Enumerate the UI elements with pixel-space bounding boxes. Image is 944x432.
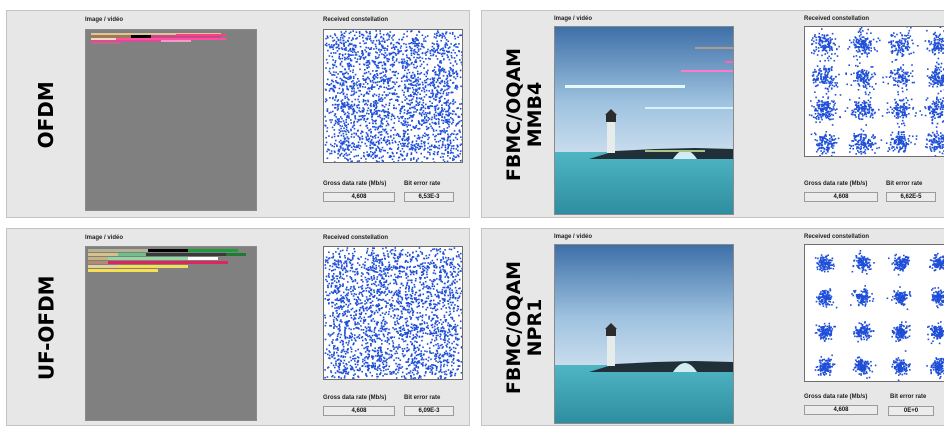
rate-value: 4,608 bbox=[804, 192, 878, 202]
received-image bbox=[554, 26, 734, 215]
constellation-points bbox=[324, 30, 462, 162]
corrupted-image-artifacts bbox=[91, 33, 226, 44]
scheme-label: UF-OFDM bbox=[17, 229, 77, 425]
rate-value: 4,608 bbox=[804, 405, 878, 415]
lighthouse-image bbox=[555, 245, 733, 423]
image-label: Image / vidéo bbox=[554, 234, 593, 240]
scheme-label-line: NPR1 bbox=[524, 299, 547, 357]
scheme-label-line: MMB4 bbox=[524, 82, 547, 148]
panel-ofdm: OFDM Image / vidéo Received constellatio… bbox=[6, 10, 470, 218]
panel-fbmc-mmb4: FBMC/OQAM MMB4 Image / vidéo Received co… bbox=[481, 10, 944, 218]
image-label: Image / vidéo bbox=[85, 17, 124, 23]
rate-value: 4,608 bbox=[323, 192, 395, 202]
ber-value: 0E+0 bbox=[888, 406, 934, 416]
scheme-label: OFDM bbox=[17, 11, 77, 217]
scheme-label: FBMC/OQAM NPR1 bbox=[494, 229, 556, 425]
scheme-label-line: UF-OFDM bbox=[34, 275, 59, 381]
ber-value: 6,53E-3 bbox=[404, 192, 454, 202]
constellation-plot bbox=[323, 29, 463, 163]
panel-uf-ofdm: UF-OFDM Image / vidéo Received constella… bbox=[6, 228, 470, 426]
rate-value: 4,608 bbox=[323, 406, 395, 416]
received-image bbox=[554, 244, 734, 424]
constellation-points bbox=[324, 247, 462, 379]
constellation-points bbox=[814, 250, 944, 381]
lighthouse-image bbox=[555, 27, 733, 214]
scheme-label-line: FBMC/OQAM bbox=[503, 261, 526, 395]
constellation-plot bbox=[323, 246, 463, 380]
ber-value: 6,62E-5 bbox=[886, 192, 936, 202]
constellation-plot bbox=[804, 244, 944, 382]
image-label: Image / vidéo bbox=[554, 16, 593, 22]
scheme-label-line: FBMC/OQAM bbox=[503, 48, 526, 182]
rate-label: Gross data rate (Mb/s) bbox=[804, 181, 868, 187]
received-image bbox=[85, 246, 257, 421]
scheme-label: FBMC/OQAM MMB4 bbox=[494, 11, 556, 217]
corrupted-image-artifacts bbox=[88, 249, 246, 272]
scheme-label-line: OFDM bbox=[34, 81, 59, 149]
constellation-label: Received constellation bbox=[804, 234, 870, 240]
rate-label: Gross data rate (Mb/s) bbox=[804, 394, 868, 400]
constellation-label: Received constellation bbox=[323, 17, 389, 23]
constellation-label: Received constellation bbox=[323, 235, 389, 241]
constellation-plot bbox=[804, 26, 944, 157]
received-image bbox=[85, 29, 257, 211]
rate-label: Gross data rate (Mb/s) bbox=[323, 395, 387, 401]
panel-fbmc-npr1: FBMC/OQAM NPR1 Image / vidéo Received co… bbox=[481, 228, 944, 426]
ber-label: Bit error rate bbox=[404, 181, 441, 187]
ber-value: 6,09E-3 bbox=[404, 406, 454, 416]
ber-label: Bit error rate bbox=[886, 181, 923, 187]
constellation-points bbox=[808, 27, 944, 156]
ber-label: Bit error rate bbox=[404, 395, 441, 401]
ber-label: Bit error rate bbox=[890, 394, 927, 400]
constellation-label: Received constellation bbox=[804, 16, 870, 22]
rate-label: Gross data rate (Mb/s) bbox=[323, 181, 387, 187]
image-label: Image / vidéo bbox=[85, 235, 124, 241]
